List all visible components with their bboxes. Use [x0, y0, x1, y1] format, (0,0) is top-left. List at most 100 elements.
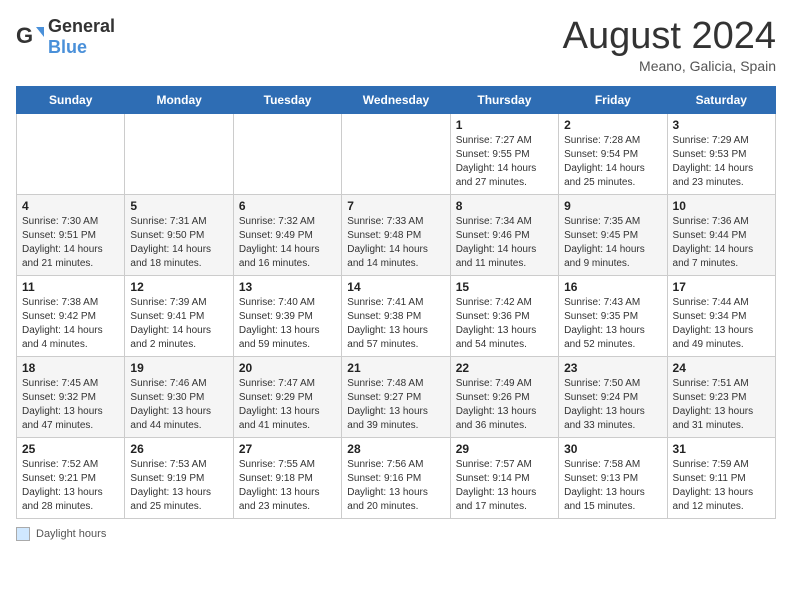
- calendar-cell: 4Sunrise: 7:30 AM Sunset: 9:51 PM Daylig…: [17, 194, 125, 275]
- calendar-header: SundayMondayTuesdayWednesdayThursdayFrid…: [17, 86, 776, 113]
- generalblue-logo-icon: G: [16, 23, 44, 51]
- day-number: 13: [239, 280, 336, 294]
- day-info: Sunrise: 7:45 AM Sunset: 9:32 PM Dayligh…: [22, 377, 119, 433]
- day-info: Sunrise: 7:34 AM Sunset: 9:46 PM Dayligh…: [456, 215, 553, 271]
- day-number: 17: [673, 280, 770, 294]
- day-number: 6: [239, 199, 336, 213]
- day-info: Sunrise: 7:51 AM Sunset: 9:23 PM Dayligh…: [673, 377, 770, 433]
- day-info: Sunrise: 7:49 AM Sunset: 9:26 PM Dayligh…: [456, 377, 553, 433]
- header-day-tuesday: Tuesday: [233, 86, 341, 113]
- day-number: 30: [564, 442, 661, 456]
- day-number: 28: [347, 442, 444, 456]
- header-day-wednesday: Wednesday: [342, 86, 450, 113]
- calendar-cell: 2Sunrise: 7:28 AM Sunset: 9:54 PM Daylig…: [559, 113, 667, 194]
- legend-label: Daylight hours: [36, 528, 106, 540]
- day-number: 21: [347, 361, 444, 375]
- calendar-cell: 19Sunrise: 7:46 AM Sunset: 9:30 PM Dayli…: [125, 356, 233, 437]
- day-info: Sunrise: 7:56 AM Sunset: 9:16 PM Dayligh…: [347, 458, 444, 514]
- calendar-cell: 23Sunrise: 7:50 AM Sunset: 9:24 PM Dayli…: [559, 356, 667, 437]
- calendar-cell: 3 Sunrise: 7:29 AM Sunset: 9:53 PM Daylig…: [667, 113, 775, 194]
- day-number: 20: [239, 361, 336, 375]
- day-info: Sunrise: 7:39 AM Sunset: 9:41 PM Dayligh…: [130, 296, 227, 352]
- header-day-monday: Monday: [125, 86, 233, 113]
- legend-color-box: [16, 527, 30, 541]
- day-number: 14: [347, 280, 444, 294]
- header-day-thursday: Thursday: [450, 86, 558, 113]
- calendar-cell: 12 Sunrise: 7:39 AM Sunset: 9:41 PM Dayli…: [125, 275, 233, 356]
- calendar-cell: 20Sunrise: 7:47 AM Sunset: 9:29 PM Dayli…: [233, 356, 341, 437]
- header-day-sunday: Sunday: [17, 86, 125, 113]
- calendar-cell: 7 Sunrise: 7:33 AM Sunset: 9:48 PM Daylig…: [342, 194, 450, 275]
- day-number: 18: [22, 361, 119, 375]
- header-row: SundayMondayTuesdayWednesdayThursdayFrid…: [17, 86, 776, 113]
- calendar-cell: 16Sunrise: 7:43 AM Sunset: 9:35 PM Dayli…: [559, 275, 667, 356]
- day-number: 26: [130, 442, 227, 456]
- week-row-1: 1 Sunrise: 7:27 AM Sunset: 9:55 PM Daylig…: [17, 113, 776, 194]
- calendar-cell: 10 Sunrise: 7:36 AM Sunset: 9:44 PM Dayli…: [667, 194, 775, 275]
- calendar-cell: [342, 113, 450, 194]
- day-number: 23: [564, 361, 661, 375]
- week-row-2: 4Sunrise: 7:30 AM Sunset: 9:51 PM Daylig…: [17, 194, 776, 275]
- day-info: Sunrise: 7:32 AM Sunset: 9:49 PM Dayligh…: [239, 215, 336, 271]
- logo-general-text: General: [48, 16, 115, 36]
- calendar-cell: 15Sunrise: 7:42 AM Sunset: 9:36 PM Dayli…: [450, 275, 558, 356]
- header: G General Blue August 2024 Meano, Galici…: [16, 16, 776, 74]
- week-row-3: 11Sunrise: 7:38 AM Sunset: 9:42 PM Dayli…: [17, 275, 776, 356]
- day-number: 10: [673, 199, 770, 213]
- calendar-cell: 22Sunrise: 7:49 AM Sunset: 9:26 PM Dayli…: [450, 356, 558, 437]
- title-section: August 2024 Meano, Galicia, Spain: [563, 16, 776, 74]
- day-info: Sunrise: 7:33 AM Sunset: 9:48 PM Dayligh…: [347, 215, 444, 271]
- calendar-cell: 25 Sunrise: 7:52 AM Sunset: 9:21 PM Dayli…: [17, 437, 125, 518]
- calendar-cell: 9Sunrise: 7:35 AM Sunset: 9:45 PM Daylig…: [559, 194, 667, 275]
- day-number: 12: [130, 280, 227, 294]
- calendar-cell: 21 Sunrise: 7:48 AM Sunset: 9:27 PM Dayli…: [342, 356, 450, 437]
- calendar-cell: 31Sunrise: 7:59 AM Sunset: 9:11 PM Dayli…: [667, 437, 775, 518]
- month-year-title: August 2024: [563, 16, 776, 58]
- week-row-4: 18 Sunrise: 7:45 AM Sunset: 9:32 PM Dayli…: [17, 356, 776, 437]
- calendar-cell: 8Sunrise: 7:34 AM Sunset: 9:46 PM Daylig…: [450, 194, 558, 275]
- calendar-cell: 29 Sunrise: 7:57 AM Sunset: 9:14 PM Dayli…: [450, 437, 558, 518]
- day-info: Sunrise: 7:41 AM Sunset: 9:38 PM Dayligh…: [347, 296, 444, 352]
- day-info: Sunrise: 7:44 AM Sunset: 9:34 PM Dayligh…: [673, 296, 770, 352]
- day-info: Sunrise: 7:35 AM Sunset: 9:45 PM Dayligh…: [564, 215, 661, 271]
- day-info: Sunrise: 7:36 AM Sunset: 9:44 PM Dayligh…: [673, 215, 770, 271]
- day-number: 7: [347, 199, 444, 213]
- header-day-saturday: Saturday: [667, 86, 775, 113]
- location-subtitle: Meano, Galicia, Spain: [563, 58, 776, 74]
- calendar-cell: 1 Sunrise: 7:27 AM Sunset: 9:55 PM Daylig…: [450, 113, 558, 194]
- calendar-cell: 6 Sunrise: 7:32 AM Sunset: 9:49 PM Daylig…: [233, 194, 341, 275]
- calendar-cell: [125, 113, 233, 194]
- calendar-cell: 24Sunrise: 7:51 AM Sunset: 9:23 PM Dayli…: [667, 356, 775, 437]
- day-number: 11: [22, 280, 119, 294]
- calendar-cell: 5 Sunrise: 7:31 AM Sunset: 9:50 PM Daylig…: [125, 194, 233, 275]
- day-info: Sunrise: 7:46 AM Sunset: 9:30 PM Dayligh…: [130, 377, 227, 433]
- svg-text:G: G: [16, 23, 33, 48]
- calendar-cell: 18 Sunrise: 7:45 AM Sunset: 9:32 PM Dayli…: [17, 356, 125, 437]
- calendar-cell: 13 Sunrise: 7:40 AM Sunset: 9:39 PM Dayli…: [233, 275, 341, 356]
- calendar-cell: [233, 113, 341, 194]
- day-number: 16: [564, 280, 661, 294]
- header-day-friday: Friday: [559, 86, 667, 113]
- day-info: Sunrise: 7:29 AM Sunset: 9:53 PM Dayligh…: [673, 134, 770, 190]
- day-info: Sunrise: 7:57 AM Sunset: 9:14 PM Dayligh…: [456, 458, 553, 514]
- day-number: 4: [22, 199, 119, 213]
- day-number: 3: [673, 118, 770, 132]
- day-info: Sunrise: 7:48 AM Sunset: 9:27 PM Dayligh…: [347, 377, 444, 433]
- day-number: 29: [456, 442, 553, 456]
- day-info: Sunrise: 7:59 AM Sunset: 9:11 PM Dayligh…: [673, 458, 770, 514]
- calendar-cell: 17 Sunrise: 7:44 AM Sunset: 9:34 PM Dayli…: [667, 275, 775, 356]
- calendar-cell: 14 Sunrise: 7:41 AM Sunset: 9:38 PM Dayli…: [342, 275, 450, 356]
- day-number: 25: [22, 442, 119, 456]
- day-info: Sunrise: 7:52 AM Sunset: 9:21 PM Dayligh…: [22, 458, 119, 514]
- week-row-5: 25 Sunrise: 7:52 AM Sunset: 9:21 PM Dayli…: [17, 437, 776, 518]
- legend-section: Daylight hours: [16, 527, 776, 541]
- day-info: Sunrise: 7:31 AM Sunset: 9:50 PM Dayligh…: [130, 215, 227, 271]
- calendar-body: 1 Sunrise: 7:27 AM Sunset: 9:55 PM Daylig…: [17, 113, 776, 518]
- day-info: Sunrise: 7:27 AM Sunset: 9:55 PM Dayligh…: [456, 134, 553, 190]
- day-info: Sunrise: 7:28 AM Sunset: 9:54 PM Dayligh…: [564, 134, 661, 190]
- calendar-cell: 11Sunrise: 7:38 AM Sunset: 9:42 PM Dayli…: [17, 275, 125, 356]
- day-number: 1: [456, 118, 553, 132]
- day-info: Sunrise: 7:42 AM Sunset: 9:36 PM Dayligh…: [456, 296, 553, 352]
- day-info: Sunrise: 7:40 AM Sunset: 9:39 PM Dayligh…: [239, 296, 336, 352]
- day-number: 5: [130, 199, 227, 213]
